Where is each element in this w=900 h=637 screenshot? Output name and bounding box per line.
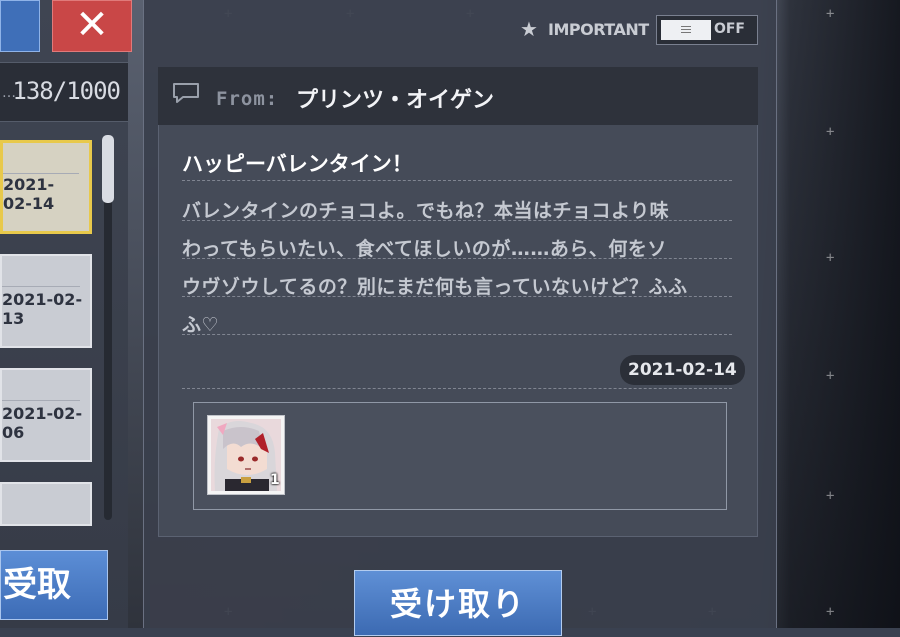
toggle-knob <box>661 20 711 40</box>
divider <box>182 180 732 181</box>
important-label: IMPORTANT <box>548 20 649 39</box>
star-icon: ★ <box>520 17 538 41</box>
close-icon: ✕ <box>75 2 109 48</box>
mail-list-item-date: 2021-02-06 <box>2 404 83 442</box>
mail-list-item[interactable]: 2021-02-06 <box>0 368 92 462</box>
from-label: From: <box>216 88 279 110</box>
attachment-quantity: 1 <box>270 472 280 488</box>
mail-tab-button[interactable] <box>0 0 40 52</box>
plus-mark: + <box>826 250 835 266</box>
mail-list-item[interactable]: 2021-02-14 <box>0 140 92 234</box>
divider <box>3 173 79 174</box>
mail-body-line: ウヴゾウしてるの？別にまだ何も言っていないけど？ふふ <box>182 276 688 298</box>
mail-title: ハッピーバレンタイン！ <box>182 152 413 176</box>
mail-list-item-date: 2021-02-14 <box>3 175 55 213</box>
mail-date-badge: 2021-02-14 <box>620 355 745 385</box>
mail-count-bar: … 138/1000 <box>0 62 128 122</box>
sender-name: プリンツ・オイゲン <box>296 88 495 113</box>
toggle-state: OFF <box>713 21 745 37</box>
divider <box>2 286 80 287</box>
scrollbar-thumb[interactable] <box>102 135 114 203</box>
mail-body-line: バレンタインのチョコよ。でもね？本当はチョコより味 <box>182 200 670 222</box>
divider <box>2 400 80 401</box>
plus-mark: + <box>826 488 835 504</box>
mail-body-line: わってもらいたい、食べてほしいのが……あら、何をソ <box>182 238 667 260</box>
plus-mark: + <box>826 604 835 620</box>
important-toggle[interactable]: OFF <box>656 15 758 45</box>
mail-count: 138/1000 <box>12 77 121 105</box>
plus-mark: + <box>826 368 835 384</box>
mail-body-line: ふ♡ <box>182 314 220 336</box>
mail-list-item[interactable] <box>0 482 92 526</box>
divider <box>182 388 732 389</box>
plus-mark: + <box>826 124 835 140</box>
mail-body: バレンタインのチョコよ。でもね？本当はチョコより味 わってもらいたい、食べてほし… <box>182 192 734 344</box>
mail-list-item[interactable]: 2021-02-13 <box>0 254 92 348</box>
claim-button[interactable]: 受け取り <box>354 570 562 636</box>
grip-icon <box>681 26 691 34</box>
claim-all-button[interactable]: 受取 <box>0 550 108 620</box>
plus-mark: + <box>826 6 835 22</box>
mail-list-item-date: 2021-02-13 <box>2 290 83 328</box>
close-button[interactable]: ✕ <box>52 0 132 52</box>
chat-icon <box>173 83 199 103</box>
